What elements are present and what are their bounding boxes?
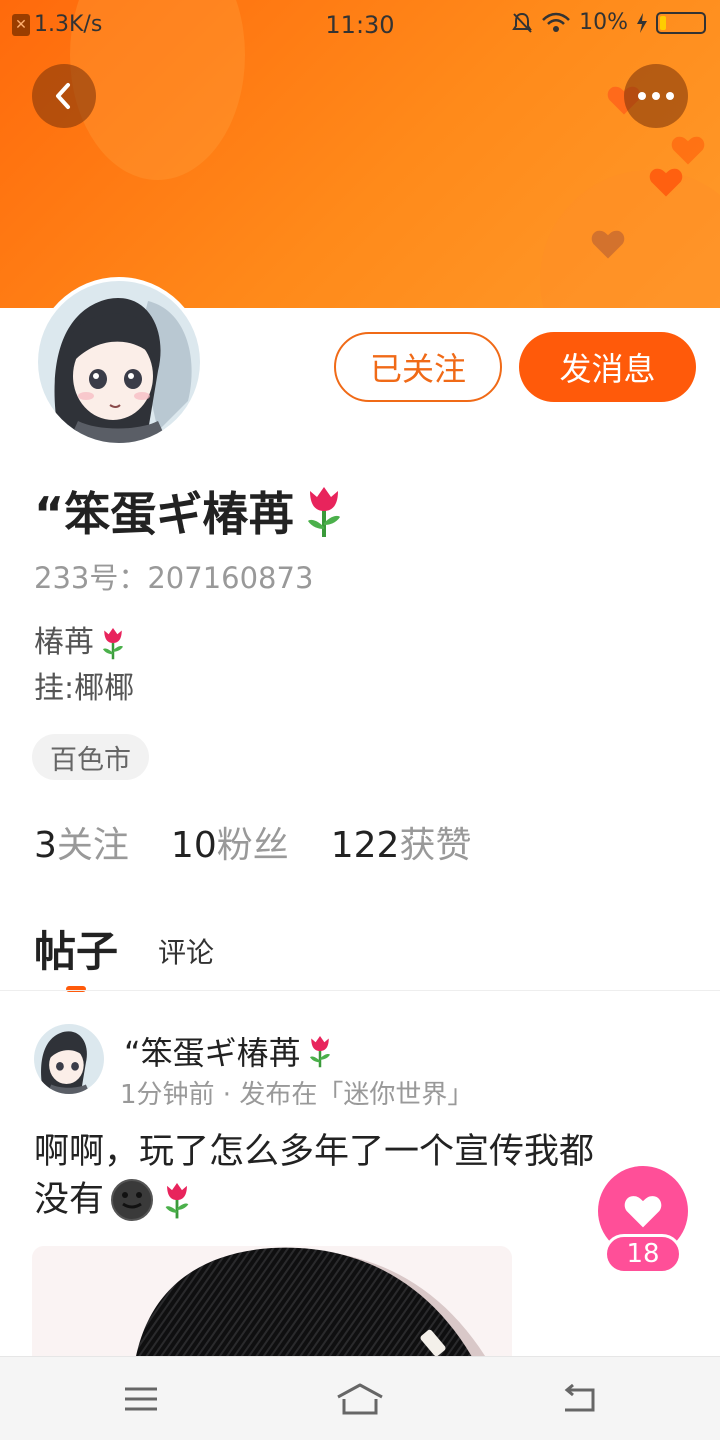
heart-decoration-icon [649, 168, 683, 197]
likes-label: 获赞 [399, 825, 472, 866]
fans-count: 10 [170, 825, 217, 866]
likes-count: 122 [330, 825, 400, 866]
tab-posts-label: 帖子 [34, 927, 119, 976]
home-icon [337, 1383, 383, 1415]
profile-page: ✕ 1.3K/s 11:30 10% 已关注 发消息 “笨蛋ギ椿苒 233号：2… [0, 0, 720, 1440]
post-text-line: 没有 [34, 1180, 105, 1220]
fans-label: 粉丝 [216, 825, 289, 866]
system-nav-bar [0, 1356, 720, 1440]
post-author-name: “笨蛋ギ椿苒 [124, 1034, 301, 1072]
tab-posts[interactable]: 帖子 [34, 918, 119, 992]
likes-stat: 122获赞 [331, 816, 472, 868]
profile-name: “笨蛋ギ椿苒 [34, 478, 348, 544]
followed-button[interactable]: 已关注 [334, 332, 502, 402]
dark-smiley-emoji-icon [111, 1179, 154, 1221]
profile-stats: 3关注 10粉丝 122获赞 [34, 816, 471, 868]
tulip-icon [308, 487, 341, 537]
heart-decoration-icon [671, 136, 705, 165]
following-count: 3 [34, 825, 57, 866]
profile-name-text: “笨蛋ギ椿苒 [34, 487, 295, 541]
post-text-line: 啊啊，玩了怎么多年了一个宣传我都 [34, 1132, 595, 1172]
home-button[interactable] [335, 1377, 385, 1421]
avatar-image [38, 281, 200, 443]
bio: 椿苒 挂:椰椰 [34, 620, 134, 712]
heart-decoration-icon [591, 230, 625, 259]
active-tab-indicator [66, 986, 86, 992]
status-icons: 10% [511, 10, 706, 35]
more-button[interactable] [624, 64, 688, 128]
tulip-icon [165, 1183, 189, 1219]
post-author[interactable]: “笨蛋ギ椿苒 [124, 1028, 335, 1074]
fans-stat[interactable]: 10粉丝 [171, 816, 289, 868]
wifi-icon [542, 12, 570, 32]
charging-icon [637, 12, 647, 33]
post-text[interactable]: 啊啊，玩了怎么多年了一个宣传我都 没有 [34, 1128, 684, 1224]
following-label: 关注 [56, 825, 129, 866]
bio-line: 椿苒 [34, 625, 94, 660]
like-count: 18 [604, 1234, 682, 1274]
menu-icon [125, 1387, 157, 1411]
battery-icon [656, 11, 706, 34]
back-button[interactable] [32, 64, 96, 128]
divider [0, 990, 720, 991]
send-message-button[interactable]: 发消息 [519, 332, 696, 402]
banner-decoration [540, 170, 720, 308]
silent-bell-icon [512, 12, 532, 33]
battery-percent: 10% [579, 10, 628, 35]
post-meta: 1分钟前 · 发布在「迷你世界」 [120, 1080, 474, 1110]
status-bar: ✕ 1.3K/s 11:30 10% [0, 0, 720, 50]
bio-line: 挂:椰椰 [34, 671, 135, 706]
more-dots-icon [638, 92, 674, 100]
back-icon [564, 1384, 595, 1412]
location-tag: 百色市 [32, 734, 149, 780]
tab-comments[interactable]: 评论 [158, 931, 214, 979]
profile-avatar[interactable] [34, 277, 204, 447]
tulip-icon [103, 628, 123, 660]
tulip-icon [309, 1036, 330, 1068]
back-nav-button[interactable] [554, 1377, 604, 1421]
following-stat[interactable]: 3关注 [34, 816, 129, 868]
avatar-image [34, 1024, 104, 1094]
heart-icon [624, 1196, 662, 1228]
content-tabs: 帖子 评论 [34, 918, 214, 992]
menu-button[interactable] [116, 1377, 166, 1421]
chevron-left-icon [56, 83, 70, 109]
post-author-avatar[interactable] [34, 1024, 104, 1094]
user-id: 233号：207160873 [34, 561, 314, 595]
